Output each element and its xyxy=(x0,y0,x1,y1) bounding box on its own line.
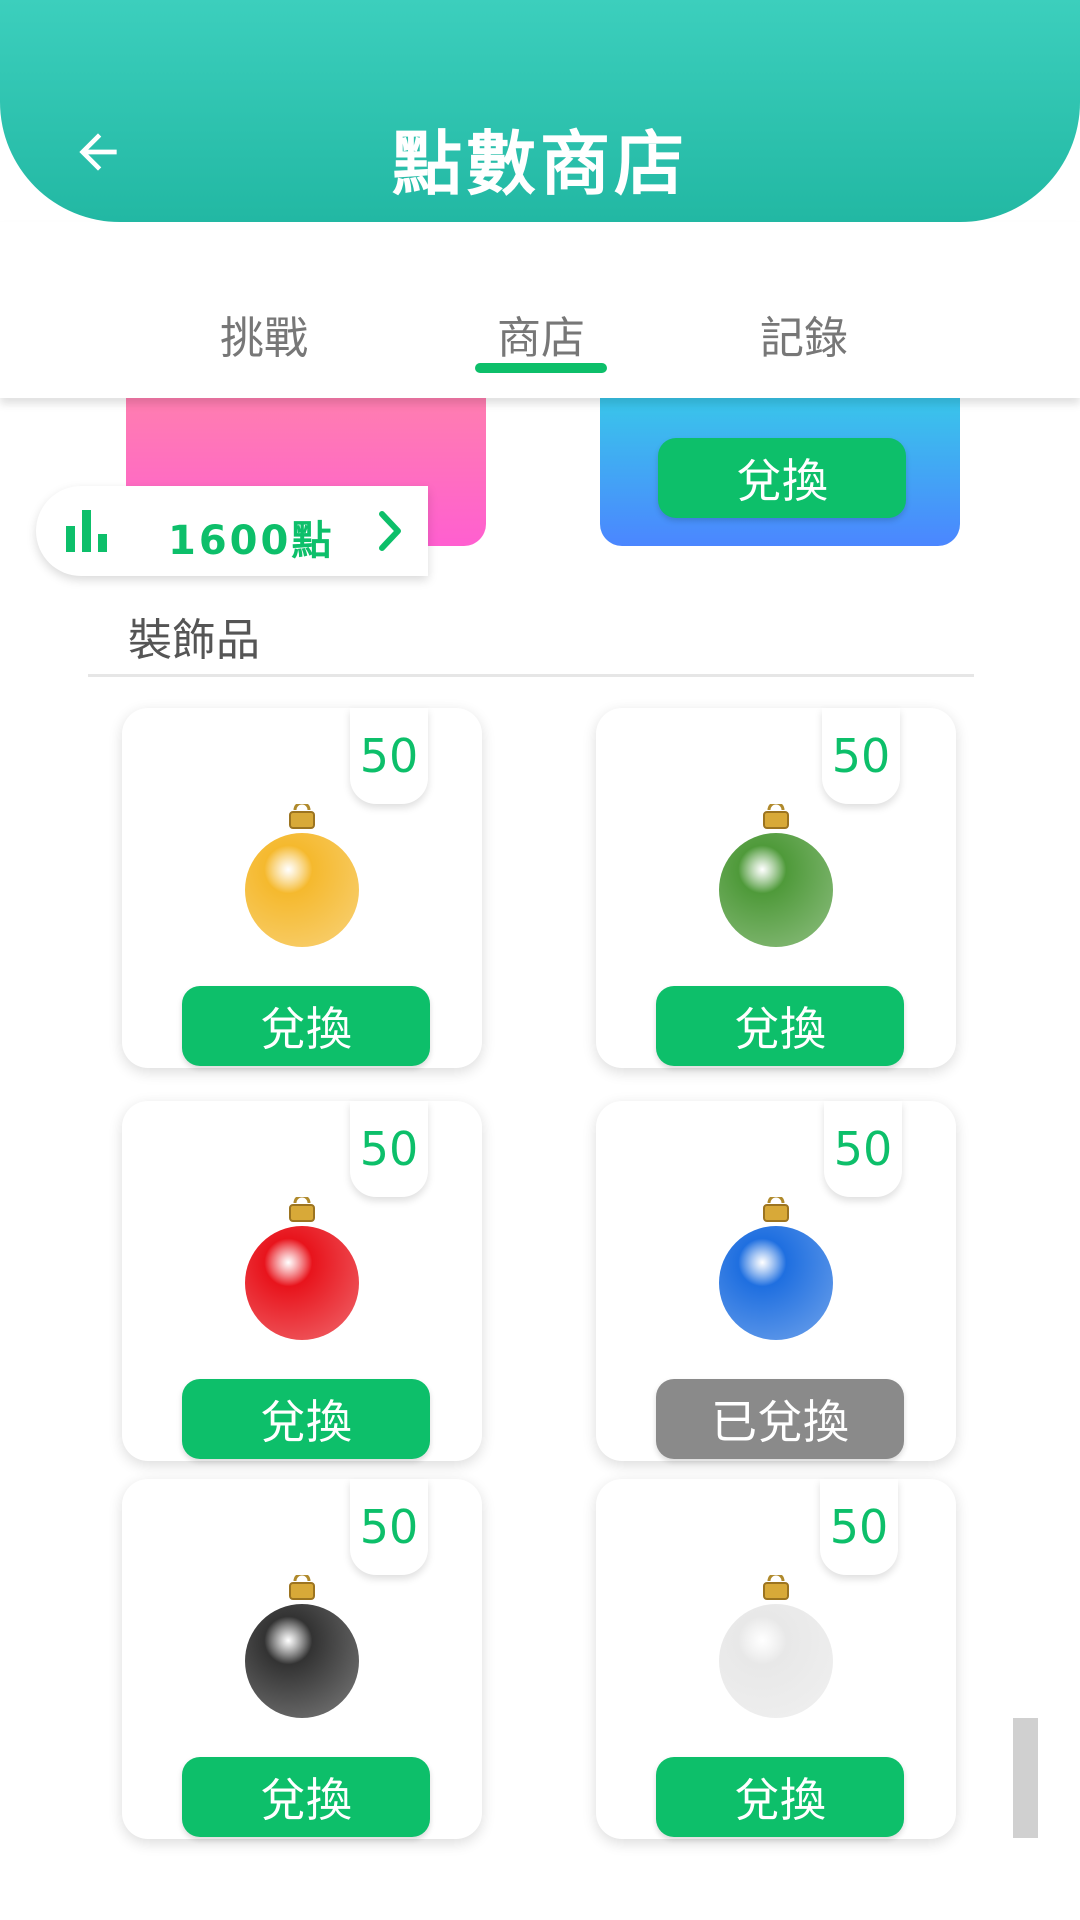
item-card: 50 兌換 xyxy=(596,1479,956,1839)
app-header: 點數商店 xyxy=(0,0,1080,222)
redeem-button[interactable]: 兌換 xyxy=(658,438,906,518)
item-card: 50 兌換 xyxy=(596,708,956,1068)
redeem-button[interactable]: 兌換 xyxy=(182,1757,430,1837)
item-card: 50 兌換 xyxy=(122,708,482,1068)
redeem-button[interactable]: 兌換 xyxy=(182,1379,430,1459)
ornament-icon xyxy=(719,1197,833,1340)
ornament-icon xyxy=(245,1197,359,1340)
item-card: 50 兌換 xyxy=(122,1479,482,1839)
redeemed-button[interactable]: 已兌換 xyxy=(656,1379,904,1459)
points-balance: 1600點 xyxy=(168,518,335,564)
item-card: 50 兌換 xyxy=(122,1101,482,1461)
tab-bar: 挑戰 商店 記錄 xyxy=(0,222,1080,398)
tab-challenge[interactable]: 挑戰 xyxy=(184,302,344,366)
ornament-icon xyxy=(245,804,359,947)
redeem-button[interactable]: 兌換 xyxy=(656,986,904,1066)
item-card: 50 已兌換 xyxy=(596,1101,956,1461)
bar-chart-icon xyxy=(66,510,107,552)
price-badge: 50 xyxy=(820,1479,898,1575)
price-badge: 50 xyxy=(350,1101,428,1197)
tab-shop[interactable]: 商店 xyxy=(461,302,621,366)
price-badge: 50 xyxy=(824,1101,902,1197)
tab-records[interactable]: 記錄 xyxy=(724,302,884,366)
featured-card-blue: 兌換 xyxy=(600,398,960,546)
price-badge: 50 xyxy=(350,1479,428,1575)
section-divider xyxy=(88,674,974,677)
page-title: 點數商店 xyxy=(392,123,688,205)
section-title: 裝飾品 xyxy=(128,615,260,666)
chevron-right-icon xyxy=(379,511,401,551)
price-badge: 50 xyxy=(822,708,900,804)
points-balance-pill[interactable]: 1600點 xyxy=(36,486,428,576)
ornament-icon xyxy=(719,1575,833,1718)
price-badge: 50 xyxy=(350,708,428,804)
active-tab-indicator xyxy=(475,363,607,373)
ornament-icon xyxy=(719,804,833,947)
ornament-icon xyxy=(245,1575,359,1718)
scrollbar[interactable] xyxy=(1013,1718,1038,1838)
points-shop-screen: 點數商店 挑戰 商店 記錄 兌換 1600點 裝飾品 50 兌換 50 兌換 50 兌換 5… xyxy=(0,0,1080,1920)
redeem-button[interactable]: 兌換 xyxy=(182,986,430,1066)
redeem-button[interactable]: 兌換 xyxy=(656,1757,904,1837)
